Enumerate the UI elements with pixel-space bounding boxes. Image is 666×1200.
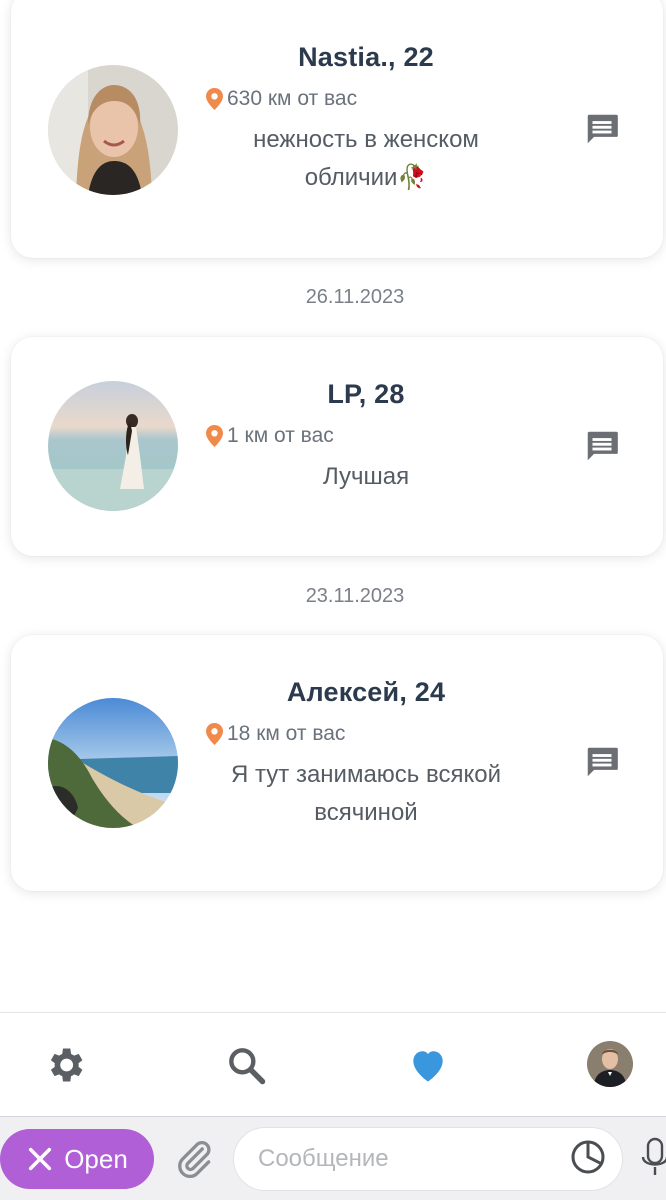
attach-button[interactable] [172, 1137, 216, 1181]
location-pin-icon [206, 88, 223, 110]
profile-name: LP, 28 [327, 379, 405, 409]
tab-settings[interactable] [43, 1043, 87, 1087]
tab-profile[interactable] [587, 1041, 633, 1087]
profile-bio: нежность в женском обличии🥀 [206, 121, 526, 197]
profile-card[interactable]: LP, 28 1 км от вас Лучшая [11, 337, 663, 556]
open-button[interactable]: Open [0, 1129, 154, 1189]
sticker-icon [571, 1140, 605, 1174]
distance-text: 630 км от вас [227, 87, 358, 110]
location-pin-icon [206, 723, 223, 745]
distance-text: 18 км от вас [227, 722, 346, 745]
paperclip-icon [178, 1141, 211, 1179]
message-button[interactable] [583, 110, 621, 148]
location-pin-icon [206, 425, 223, 447]
date-separator: 26.11.2023 [305, 286, 405, 308]
chat-icon [587, 747, 618, 777]
avatar-photo [48, 381, 178, 511]
avatar[interactable] [48, 381, 178, 511]
microphone-icon [641, 1137, 666, 1175]
distance-text: 1 км от вас [227, 424, 334, 447]
distance-row: 630 км от вас [206, 87, 526, 111]
search-icon [229, 1048, 266, 1085]
heart-icon [413, 1051, 443, 1082]
profile-name: Nastia., 22 [298, 42, 434, 72]
message-composer: Open Сообщение [0, 1116, 666, 1200]
tab-likes[interactable] [406, 1043, 450, 1087]
bio-line: всячиной [314, 799, 418, 826]
open-button-label: Open [64, 1143, 128, 1174]
profile-bio: Лучшая [206, 458, 526, 496]
avatar-photo [48, 698, 178, 828]
distance-row: 1 км от вас [206, 424, 526, 448]
message-button[interactable] [583, 427, 621, 465]
bottom-tab-bar [0, 1012, 666, 1116]
voice-button[interactable] [640, 1135, 666, 1181]
chat-icon [587, 114, 618, 144]
profile-avatar [587, 1041, 633, 1087]
message-input[interactable]: Сообщение [233, 1127, 623, 1191]
profile-info: Nastia., 22 630 км от вас нежность в жен… [206, 42, 526, 197]
gear-icon [50, 1048, 83, 1082]
likes-screen: Nastia., 22 630 км от вас нежность в жен… [0, 0, 666, 1200]
profile-card[interactable]: Nastia., 22 630 км от вас нежность в жен… [11, 0, 663, 258]
bio-line: Я тут занимаюсь всякой [231, 761, 501, 788]
profile-name: Алексей, 24 [286, 677, 446, 707]
bio-line: нежность в женском [253, 126, 479, 153]
close-icon [29, 1147, 52, 1171]
avatar[interactable] [48, 698, 178, 828]
bio-line: обличии🥀 [304, 164, 428, 191]
profile-info: Алексей, 24 18 км от вас Я тут занимаюсь… [206, 677, 526, 832]
tab-search[interactable] [224, 1043, 268, 1087]
profile-info: LP, 28 1 км от вас Лучшая [206, 379, 526, 496]
message-button[interactable] [583, 743, 621, 781]
date-separator: 23.11.2023 [305, 585, 405, 607]
profile-card[interactable]: Алексей, 24 18 км от вас Я тут занимаюсь… [11, 635, 663, 891]
bio-line: Лучшая [322, 463, 410, 490]
distance-row: 18 км от вас [206, 722, 526, 746]
profile-bio: Я тут занимаюсь всякой всячиной [206, 756, 526, 832]
avatar[interactable] [48, 65, 178, 195]
sticker-button[interactable] [568, 1137, 608, 1177]
avatar-photo [48, 65, 178, 195]
message-placeholder: Сообщение [258, 1145, 389, 1172]
chat-icon [587, 431, 618, 461]
